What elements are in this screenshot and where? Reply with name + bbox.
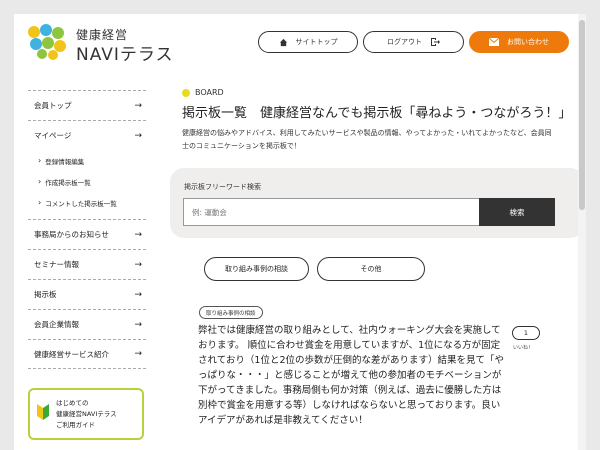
contact-label: お問い合わせ bbox=[507, 38, 549, 46]
post-category-badge[interactable]: 取り組み事例の相談 bbox=[199, 306, 263, 319]
sidebar-item-label: セミナー情報 bbox=[34, 260, 79, 269]
like-button[interactable]: 1 bbox=[512, 326, 540, 340]
site-logo[interactable]: 健康経営 NAVIテラス bbox=[26, 24, 176, 65]
browser-page: 健康経営 NAVIテラス サイトトップ ログアウト お問い合わせ 会員トップ →… bbox=[14, 14, 586, 450]
sidebar-item-label: 健康経営サービス紹介 bbox=[34, 349, 109, 359]
guide-line1: はじめての bbox=[56, 399, 89, 407]
scrollbar[interactable] bbox=[578, 14, 586, 450]
sidebar-item-notices[interactable]: 事務局からのお知らせ → bbox=[28, 219, 146, 249]
yellow-dot-icon bbox=[182, 88, 190, 97]
search-label: 掲示板フリーワード検索 bbox=[184, 183, 261, 191]
filter-other[interactable]: その他 bbox=[317, 257, 425, 281]
guide-line2: 健康経営NAVIテラス bbox=[56, 410, 117, 418]
site-top-button[interactable]: サイトトップ bbox=[258, 31, 358, 53]
sidebar-item-label: 掲示板 bbox=[34, 290, 57, 299]
arrow-right-icon: → bbox=[134, 229, 142, 240]
sidebar-item-label: マイページ bbox=[34, 131, 72, 140]
section-tag: BOARD bbox=[182, 88, 224, 97]
user-guide-text: はじめての 健康経営NAVIテラス ご利用ガイド bbox=[56, 398, 117, 431]
arrow-right-icon: → bbox=[134, 289, 142, 300]
filter-case-consultation[interactable]: 取り組み事例の相談 bbox=[204, 257, 309, 281]
sidebar-item-label: 会員トップ bbox=[34, 101, 72, 110]
guide-line3: ご利用ガイド bbox=[56, 421, 95, 429]
logo-mark-icon bbox=[28, 24, 66, 60]
arrow-right-icon: → bbox=[134, 130, 142, 141]
arrow-right-icon: → bbox=[134, 259, 142, 270]
home-icon bbox=[279, 38, 287, 46]
arrow-right-icon: → bbox=[134, 100, 142, 111]
sidebar-subitem-commented-boards[interactable]: コメントした掲示板一覧 bbox=[28, 192, 146, 213]
scrollbar-thumb[interactable] bbox=[579, 20, 585, 210]
page-title: 掲示板一覧 健康経営なんでも掲示板「尋ねよう・つながろう！」 bbox=[182, 106, 572, 121]
site-top-label: サイトトップ bbox=[295, 38, 338, 46]
like-label: いいね！ bbox=[513, 345, 534, 351]
section-tag-label: BOARD bbox=[195, 88, 224, 97]
sidebar-item-member-companies[interactable]: 会員企業情報 → bbox=[28, 309, 146, 339]
sidebar-item-member-top[interactable]: 会員トップ → bbox=[28, 90, 146, 120]
sidebar-item-seminars[interactable]: セミナー情報 → bbox=[28, 249, 146, 279]
sidebar-subitem-profile-edit[interactable]: 登録情報編集 bbox=[28, 150, 146, 171]
sidebar: 会員トップ → マイページ → 登録情報編集 作成掲示板一覧 コメントした掲示板… bbox=[28, 90, 146, 369]
arrow-right-icon: → bbox=[134, 319, 142, 330]
beginner-mark-icon bbox=[37, 404, 49, 420]
mail-icon bbox=[489, 38, 499, 46]
post-body[interactable]: 弊社では健康経営の取り組みとして、社内ウォーキング大会を実施しております。 順位… bbox=[198, 323, 508, 428]
page-intro: 健康経営の悩みやアドバイス、利用してみたいサービスや製品の情報、やってよかった・… bbox=[182, 129, 552, 150]
sidebar-item-services[interactable]: 健康経営サービス紹介 → bbox=[28, 339, 146, 369]
sidebar-item-label: 会員企業情報 bbox=[34, 320, 79, 329]
search-button[interactable]: 検索 bbox=[479, 198, 555, 226]
logout-icon bbox=[431, 38, 440, 46]
user-guide-banner[interactable]: はじめての 健康経営NAVIテラス ご利用ガイド bbox=[28, 388, 144, 440]
search-input[interactable] bbox=[183, 198, 479, 226]
sidebar-subitem-my-boards[interactable]: 作成掲示板一覧 bbox=[28, 171, 146, 192]
sidebar-item-board[interactable]: 掲示板 → bbox=[28, 279, 146, 309]
sidebar-item-mypage[interactable]: マイページ → bbox=[28, 120, 146, 150]
contact-button[interactable]: お問い合わせ bbox=[469, 31, 569, 53]
logout-button[interactable]: ログアウト bbox=[363, 31, 464, 53]
logout-label: ログアウト bbox=[387, 38, 422, 46]
logo-text-line2: NAVIテラス bbox=[76, 45, 174, 65]
search-panel: 掲示板フリーワード検索 検索 bbox=[170, 168, 584, 238]
sidebar-item-label: 事務局からのお知らせ bbox=[34, 230, 109, 239]
arrow-right-icon: → bbox=[134, 349, 142, 359]
